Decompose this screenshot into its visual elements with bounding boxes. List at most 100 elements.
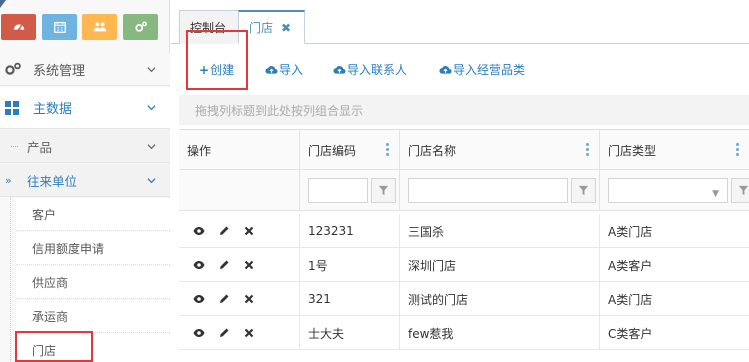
filter-cell-name	[399, 170, 599, 211]
column-menu-icon[interactable]	[586, 143, 589, 157]
edit-icon[interactable]	[218, 293, 230, 305]
tree-line	[10, 197, 11, 362]
shortcut-calendar-button[interactable]	[42, 14, 77, 40]
nav-system-label: 系统管理	[33, 63, 86, 79]
delete-icon[interactable]	[243, 225, 255, 237]
chevron-down-icon	[147, 105, 156, 111]
nav-contacts[interactable]: » 往来单位	[0, 164, 170, 197]
column-header-label: 门店名称	[408, 143, 457, 158]
import-label: 导入	[279, 63, 304, 77]
view-icon[interactable]	[193, 327, 205, 339]
view-icon[interactable]	[193, 259, 205, 271]
shortcut-settings-button[interactable]	[123, 14, 158, 40]
view-icon[interactable]	[193, 293, 205, 305]
import-button[interactable]: 导入	[265, 61, 303, 78]
tree-connector	[11, 145, 18, 147]
corner-decoration	[0, 0, 6, 8]
table-row[interactable]: 1号 深圳门店 A类客户	[179, 248, 749, 282]
cell-type: A类门店	[599, 214, 749, 248]
sidebar: 系统管理 主数据 产品 » 往来单位 客户 信用额度申请 供应商 承运商 门店	[0, 0, 170, 362]
column-header-type[interactable]: 门店类型	[599, 130, 749, 170]
row-actions	[179, 316, 299, 350]
nav-system-management[interactable]: 系统管理	[0, 53, 170, 86]
nav-leaf-supplier[interactable]: 供应商	[16, 266, 170, 299]
delete-icon[interactable]	[243, 293, 255, 305]
nav-product-label: 产品	[27, 139, 53, 155]
chevron-down-icon	[147, 66, 156, 72]
cloud-upload-icon	[439, 66, 452, 74]
import-categories-button[interactable]: 导入经营品类	[439, 61, 525, 78]
column-header-label: 门店类型	[608, 143, 657, 158]
column-header-code[interactable]: 门店编码	[299, 130, 399, 170]
table-row[interactable]: 士大夫 few惹我 C类客户	[179, 316, 749, 350]
filter-cell-empty	[179, 170, 299, 211]
caret-down-icon: ▼	[712, 189, 719, 199]
delete-icon[interactable]	[243, 327, 255, 339]
tab-store[interactable]: 门店 ✖	[238, 10, 305, 44]
nav-leaf-label: 供应商	[32, 275, 69, 290]
chevron-down-icon	[147, 177, 156, 183]
filter-icon	[738, 185, 749, 196]
nav-master-data[interactable]: 主数据	[0, 87, 170, 129]
grid-icon	[5, 100, 19, 115]
column-header-name[interactable]: 门店名称	[399, 130, 599, 170]
cell-code: 123231	[299, 214, 399, 248]
cell-name: 深圳门店	[399, 248, 599, 282]
column-menu-icon[interactable]	[736, 143, 739, 157]
column-header-label: 操作	[187, 143, 212, 158]
edit-icon[interactable]	[218, 327, 230, 339]
tab-bar: 控制台 门店 ✖	[171, 10, 749, 44]
column-menu-icon[interactable]	[386, 143, 389, 157]
cell-code: 321	[299, 282, 399, 316]
cloud-upload-icon	[265, 66, 278, 74]
filter-cell-type: ▼	[599, 170, 749, 211]
nav-product[interactable]: 产品	[0, 130, 170, 163]
column-header-actions: 操作	[179, 130, 299, 170]
highlight-box	[15, 331, 93, 362]
cell-name: 测试的门店	[399, 282, 599, 316]
filter-code-input[interactable]	[308, 178, 368, 203]
nav-leaf-customer[interactable]: 客户	[16, 198, 170, 231]
highlight-box	[186, 30, 248, 90]
nav-leaf-label: 信用额度申请	[32, 241, 105, 256]
filter-type-select[interactable]: ▼	[608, 178, 728, 203]
nav-leaf-credit-limit[interactable]: 信用额度申请	[16, 232, 170, 265]
row-actions	[179, 214, 299, 248]
gears-icon	[5, 62, 21, 75]
cell-name: 三国杀	[399, 214, 599, 248]
cell-code: 士大夫	[299, 316, 399, 350]
group-by-hint[interactable]: 拖拽列标题到此处按列组合显示	[179, 95, 749, 125]
cell-type: A类门店	[599, 282, 749, 316]
import-contacts-button[interactable]: 导入联系人	[333, 61, 407, 78]
app-root: 系统管理 主数据 产品 » 往来单位 客户 信用额度申请 供应商 承运商 门店	[0, 0, 749, 362]
cell-code: 1号	[299, 248, 399, 282]
calendar-icon	[53, 21, 66, 33]
table-row[interactable]: 123231 三国杀 A类门店	[179, 214, 749, 248]
nav-master-label: 主数据	[33, 102, 73, 117]
filter-button[interactable]	[731, 178, 749, 203]
data-grid: 操作 门店编码 门店名称 门店类型 ▼ 123231 三国杀 A类门店 1号 深…	[179, 129, 749, 362]
shortcut-dashboard-button[interactable]	[1, 14, 36, 40]
filter-name-input[interactable]	[408, 178, 568, 203]
double-chevron-right-icon: »	[5, 173, 12, 187]
filter-button[interactable]	[571, 178, 596, 203]
delete-icon[interactable]	[243, 259, 255, 271]
row-actions	[179, 282, 299, 316]
filter-button[interactable]	[371, 178, 396, 203]
nav-leaf-carrier[interactable]: 承运商	[16, 300, 170, 333]
table-row[interactable]: 321 测试的门店 A类门店	[179, 282, 749, 316]
view-icon[interactable]	[193, 225, 205, 237]
shortcut-users-button[interactable]	[82, 14, 117, 40]
shortcut-bar	[0, 14, 170, 44]
edit-icon[interactable]	[218, 259, 230, 271]
cell-name: few惹我	[399, 316, 599, 350]
close-icon[interactable]: ✖	[281, 21, 291, 35]
cell-type: C类客户	[599, 316, 749, 350]
edit-icon[interactable]	[218, 225, 230, 237]
filter-cell-code	[299, 170, 399, 211]
grid-filter-row: ▼	[179, 170, 749, 211]
speedometer-icon	[13, 24, 24, 31]
toolbar: + 创建 导入 导入联系人 导入经营品类	[171, 45, 749, 90]
tab-label: 门店	[249, 21, 274, 35]
gears-icon	[134, 21, 147, 32]
